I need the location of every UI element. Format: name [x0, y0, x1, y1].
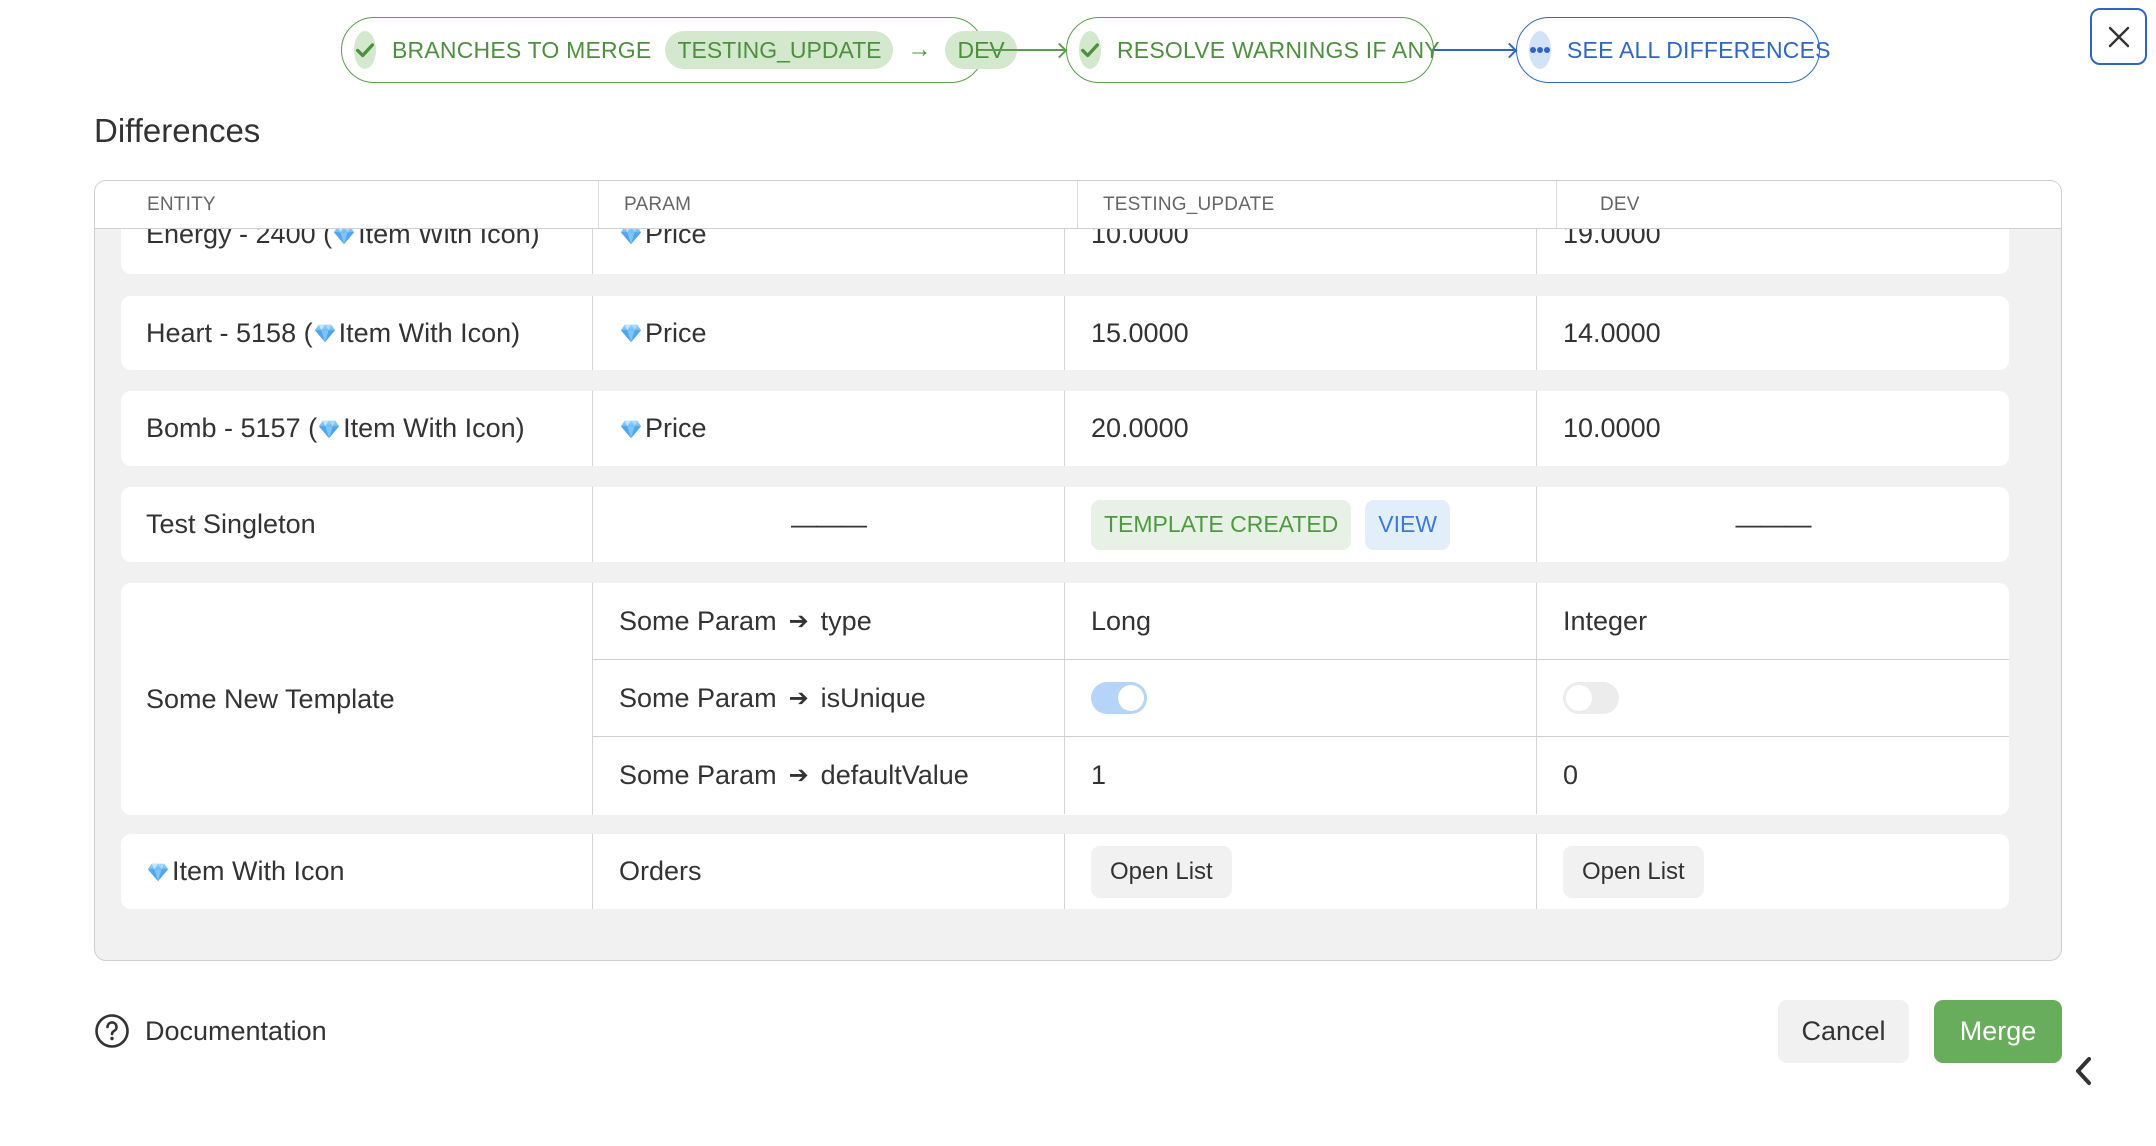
- entity-cell: Some New Template: [121, 583, 593, 815]
- documentation-label: Documentation: [145, 1015, 327, 1046]
- gem-icon: [620, 322, 642, 344]
- template-created-badge: TEMPLATE CREATED: [1091, 499, 1352, 550]
- sub-row-is-unique: Some Param ➔ isUnique: [593, 660, 2009, 737]
- step-resolve-warnings[interactable]: RESOLVE WARNINGS IF ANY: [1066, 17, 1440, 83]
- help-circle-icon: [95, 1014, 129, 1048]
- is-unique-toggle-testing-update[interactable]: [1091, 682, 1147, 714]
- step-connector: [1434, 49, 1516, 51]
- source-branch-chip: TESTING_UPDATE: [665, 31, 894, 69]
- close-button[interactable]: [2090, 8, 2147, 65]
- entity-cell: Heart - 5158 ( Item With Icon): [121, 296, 593, 370]
- entity-cell: Bomb - 5157 ( Item With Icon): [121, 391, 593, 466]
- dev-value: 0: [1563, 760, 1579, 790]
- step-label: BRANCHES TO MERGE: [392, 36, 652, 63]
- gem-icon: [147, 861, 169, 883]
- param-cell: Some Param ➔ defaultValue: [593, 737, 1065, 814]
- page-title: Differences: [94, 112, 261, 149]
- arrow-right-icon: ➔: [788, 607, 809, 635]
- dev-value: 10.0000: [1563, 413, 1661, 443]
- table-row: Heart - 5158 ( Item With Icon) Price 15.…: [121, 296, 2009, 370]
- testing-update-cell: TEMPLATE CREATED VIEW: [1065, 487, 1537, 562]
- dev-empty-placeholder: ———: [1735, 509, 1812, 539]
- testing-update-cell: [1065, 660, 1537, 736]
- arrow-right-icon: →: [907, 36, 932, 63]
- sub-rows: Some Param ➔ type Long Integer Some Para…: [593, 583, 2009, 815]
- is-unique-toggle-dev[interactable]: [1563, 682, 1619, 714]
- step-branches-to-merge[interactable]: BRANCHES TO MERGE TESTING_UPDATE → DEV: [341, 17, 1017, 83]
- table-header: ENTITY PARAM TESTING_UPDATE DEV: [95, 181, 2061, 229]
- open-list-button-dev[interactable]: Open List: [1563, 845, 1704, 898]
- check-icon: [1079, 31, 1101, 69]
- table-row: Item With Icon Orders Open List Open Lis…: [121, 834, 2009, 909]
- table-row: Bomb - 5157 ( Item With Icon) Price 20.0…: [121, 391, 2009, 466]
- toggle-knob: [1118, 685, 1144, 711]
- step-label: RESOLVE WARNINGS IF ANY: [1117, 36, 1440, 63]
- arrow-right-icon: ➔: [788, 684, 809, 712]
- param-cell: Some Param ➔ type: [593, 583, 1065, 659]
- merge-button[interactable]: Merge: [1934, 1000, 2062, 1063]
- step-connector: [984, 49, 1066, 51]
- column-header-testing-update: TESTING_UPDATE: [1078, 181, 1557, 228]
- testing-update-cell: Open List: [1065, 834, 1537, 909]
- merge-stepper: BRANCHES TO MERGE TESTING_UPDATE → DEV R…: [341, 17, 1831, 83]
- sub-row-default-value: Some Param ➔ defaultValue 1 0: [593, 737, 2009, 814]
- open-list-button-testing-update[interactable]: Open List: [1091, 845, 1232, 898]
- arrow-right-icon: ➔: [788, 762, 809, 789]
- dev-value: Integer: [1563, 605, 1648, 636]
- chevron-left-icon[interactable]: [2070, 1054, 2096, 1088]
- param-cell: Price: [593, 296, 1065, 370]
- gem-icon: [314, 322, 336, 344]
- toggle-knob: [1566, 685, 1592, 711]
- column-header-entity: ENTITY: [95, 181, 599, 228]
- entity-cell: Test Singleton: [121, 487, 593, 562]
- testing-update-value: 20.0000: [1065, 391, 1537, 466]
- check-icon: [354, 31, 376, 69]
- differences-table[interactable]: ENTITY PARAM TESTING_UPDATE DEV Energy -…: [94, 180, 2062, 961]
- param-cell: Some Param ➔ isUnique: [593, 660, 1065, 736]
- testing-update-value: 15.0000: [1065, 296, 1537, 370]
- cancel-button[interactable]: Cancel: [1778, 1000, 1909, 1063]
- dev-cell: [1537, 660, 2009, 736]
- dev-value: 14.0000: [1563, 317, 1661, 348]
- step-see-all-differences[interactable]: SEE ALL DIFFERENCES: [1516, 17, 1831, 83]
- documentation-link[interactable]: Documentation: [94, 1013, 327, 1049]
- close-icon: [2108, 26, 2129, 47]
- ellipsis-icon: [1529, 31, 1551, 69]
- gem-icon: [620, 418, 642, 440]
- testing-update-value: 1: [1065, 737, 1537, 814]
- testing-update-value: Long: [1065, 583, 1537, 659]
- dev-cell: Open List: [1537, 834, 2009, 909]
- table-row: Test Singleton ——— TEMPLATE CREATED VIEW…: [121, 487, 2009, 562]
- entity-cell: Item With Icon: [121, 834, 593, 909]
- view-button[interactable]: VIEW: [1365, 499, 1451, 550]
- sub-row-type: Some Param ➔ type Long Integer: [593, 583, 2009, 660]
- param-empty-placeholder: ———: [593, 487, 1065, 562]
- param-cell: Price: [593, 391, 1065, 466]
- param-cell: Orders: [593, 834, 1065, 909]
- table-row-group: Some New Template Some Param ➔ type Long…: [121, 583, 2009, 815]
- column-header-param: PARAM: [599, 181, 1078, 228]
- step-label: SEE ALL DIFFERENCES: [1567, 36, 1831, 63]
- gem-icon: [318, 418, 340, 440]
- column-header-dev: DEV: [1600, 193, 1640, 215]
